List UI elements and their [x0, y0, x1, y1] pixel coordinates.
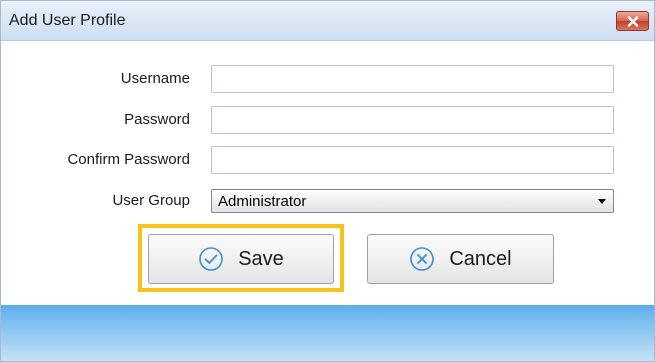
cancel-button-label: Cancel [449, 247, 512, 270]
close-icon [627, 15, 638, 27]
dialog-title: Add User Profile [9, 12, 126, 29]
username-input[interactable] [211, 65, 614, 93]
confirm-password-input[interactable] [211, 146, 614, 174]
password-input[interactable] [211, 106, 614, 134]
check-circle-icon [198, 246, 224, 272]
user-group-value: Administrator [218, 193, 307, 210]
password-row: Password [1, 106, 654, 134]
username-label: Username [120, 70, 190, 87]
username-row: Username [1, 65, 654, 93]
user-group-label: User Group [112, 192, 190, 209]
user-group-row: User Group Administrator [1, 187, 654, 215]
x-circle-icon [409, 246, 435, 272]
save-button-label: Save [238, 247, 284, 270]
footer-gradient-bar [1, 305, 654, 361]
cancel-button[interactable]: Cancel [367, 234, 554, 284]
confirm-password-row: Confirm Password [1, 146, 654, 174]
save-button[interactable]: Save [148, 234, 334, 284]
title-bar[interactable]: Add User Profile [1, 1, 654, 41]
password-label: Password [124, 111, 190, 128]
close-button[interactable] [616, 11, 649, 31]
user-group-select[interactable]: Administrator [211, 189, 614, 213]
chevron-down-icon [598, 199, 606, 204]
add-user-profile-dialog: Add User Profile Username Password Confi… [0, 0, 655, 362]
confirm-password-label: Confirm Password [67, 151, 190, 168]
